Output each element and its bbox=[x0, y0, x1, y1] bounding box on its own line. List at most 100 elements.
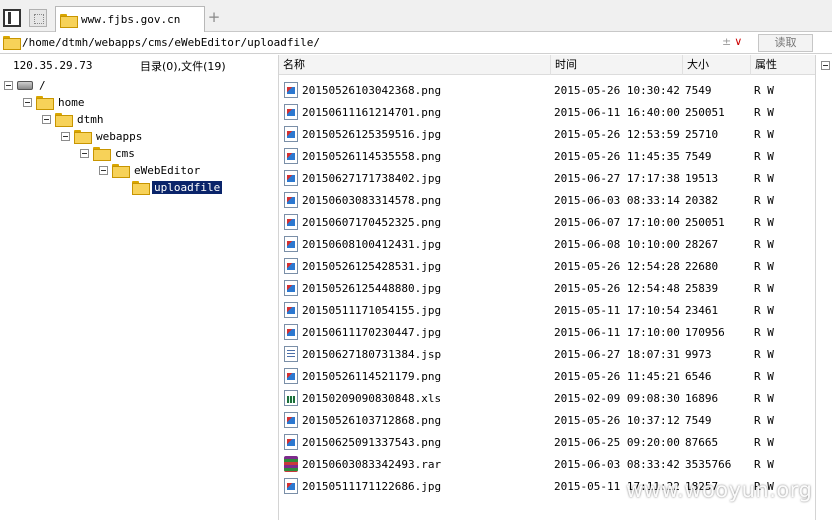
file-row[interactable]: 20150526114535558.png 2015-05-26 11:45:35… bbox=[279, 145, 815, 167]
file-row[interactable]: 20150209090830848.xls 2015-02-09 09:08:30… bbox=[279, 387, 815, 409]
collapse-icon[interactable] bbox=[42, 114, 51, 124]
png-file-icon bbox=[284, 214, 298, 230]
jpg-file-icon bbox=[284, 302, 298, 318]
read-button[interactable]: 读取 bbox=[758, 34, 813, 52]
file-time: 2015-06-27 18:07:31 bbox=[554, 348, 680, 361]
tree-node-root[interactable]: / bbox=[4, 77, 48, 93]
address-bar: /home/dtmh/webapps/cms/eWebEditor/upload… bbox=[0, 32, 832, 54]
tree-node-webapps[interactable]: webapps bbox=[61, 128, 144, 144]
file-list-header: 名称 时间 大小 属性 bbox=[279, 55, 815, 75]
tree-node-label: / bbox=[39, 78, 46, 92]
file-name: 20150608100412431.jpg bbox=[302, 238, 442, 251]
file-name: 20150526125428531.jpg bbox=[302, 260, 442, 273]
file-size: 25710 bbox=[685, 128, 719, 141]
file-name: 20150526125448880.jpg bbox=[302, 282, 442, 295]
tree-node-dtmh[interactable]: dtmh bbox=[42, 111, 106, 127]
column-header-attr[interactable]: 属性 bbox=[751, 55, 815, 75]
file-attr: R W bbox=[754, 436, 774, 449]
file-size: 250051 bbox=[685, 106, 725, 119]
file-time: 2015-05-26 11:45:35 bbox=[554, 150, 680, 163]
file-row[interactable]: 20150526125448880.jpg 2015-05-26 12:54:48… bbox=[279, 277, 815, 299]
tree-node-ewebeditor[interactable]: eWebEditor bbox=[99, 162, 202, 178]
file-row[interactable]: 20150603083314578.png 2015-06-03 08:33:14… bbox=[279, 189, 815, 211]
png-file-icon bbox=[284, 412, 298, 428]
file-attr: R W bbox=[754, 260, 774, 273]
file-name: 20150511171122686.jpg bbox=[302, 480, 442, 493]
collapse-icon[interactable] bbox=[821, 61, 830, 70]
file-time: 2015-05-11 17:10:54 bbox=[554, 304, 680, 317]
window-menu-icon[interactable] bbox=[3, 9, 21, 27]
collapse-icon[interactable] bbox=[80, 148, 89, 158]
file-time: 2015-06-25 09:20:00 bbox=[554, 436, 680, 449]
tree-node-label: dtmh bbox=[77, 112, 104, 126]
file-row[interactable]: 20150526103042368.png 2015-05-26 10:30:42… bbox=[279, 79, 815, 101]
file-attr: R W bbox=[754, 172, 774, 185]
folder-icon bbox=[74, 130, 92, 144]
tree-node-label: webapps bbox=[96, 129, 143, 143]
watermark: www.wooyun.org bbox=[626, 478, 813, 502]
file-attr: R W bbox=[754, 282, 774, 295]
file-time: 2015-05-26 11:45:21 bbox=[554, 370, 680, 383]
file-row[interactable]: 20150511171054155.jpg 2015-05-11 17:10:54… bbox=[279, 299, 815, 321]
jpg-file-icon bbox=[284, 236, 298, 252]
file-row[interactable]: 20150526125428531.jpg 2015-05-26 12:54:28… bbox=[279, 255, 815, 277]
file-name: 20150611161214701.png bbox=[302, 106, 442, 119]
tree-node-home[interactable]: home bbox=[23, 94, 87, 110]
right-side-panel bbox=[815, 55, 832, 520]
new-tab-button[interactable]: + bbox=[207, 9, 221, 25]
file-row[interactable]: 20150611161214701.png 2015-06-11 16:40:00… bbox=[279, 101, 815, 123]
file-row[interactable]: 20150526103712868.png 2015-05-26 10:37:12… bbox=[279, 409, 815, 431]
file-row[interactable]: 20150627180731384.jsp 2015-06-27 18:07:31… bbox=[279, 343, 815, 365]
column-header-time[interactable]: 时间 bbox=[551, 55, 683, 75]
tab-title: www.fjbs.gov.cn bbox=[81, 13, 181, 26]
file-row[interactable]: 20150608100412431.jpg 2015-06-08 10:10:00… bbox=[279, 233, 815, 255]
file-size: 250051 bbox=[685, 216, 725, 229]
collapse-icon[interactable] bbox=[61, 131, 70, 141]
file-name: 20150526114521179.png bbox=[302, 370, 442, 383]
tree-node-label: uploadfile bbox=[152, 180, 223, 194]
folder-icon bbox=[36, 96, 54, 110]
jsp-file-icon bbox=[284, 346, 298, 362]
file-name: 20150511171054155.jpg bbox=[302, 304, 442, 317]
file-row[interactable]: 20150611170230447.jpg 2015-06-11 17:10:00… bbox=[279, 321, 815, 343]
folder-open-icon bbox=[132, 181, 150, 195]
file-row[interactable]: 20150627171738402.jpg 2015-06-27 17:17:38… bbox=[279, 167, 815, 189]
path-tools: ± ∨ bbox=[722, 35, 742, 48]
collapse-icon[interactable] bbox=[4, 80, 13, 90]
file-name: 20150627180731384.jsp bbox=[302, 348, 442, 361]
path-input[interactable]: /home/dtmh/webapps/cms/eWebEditor/upload… bbox=[22, 36, 320, 49]
collapse-icon[interactable] bbox=[23, 97, 32, 107]
tab-grid-icon[interactable] bbox=[29, 9, 47, 27]
file-size: 7549 bbox=[685, 150, 712, 163]
file-size: 28267 bbox=[685, 238, 719, 251]
file-size: 25839 bbox=[685, 282, 719, 295]
file-row[interactable]: 20150526114521179.png 2015-05-26 11:45:21… bbox=[279, 365, 815, 387]
file-time: 2015-05-26 12:54:48 bbox=[554, 282, 680, 295]
file-row[interactable]: 20150625091337543.png 2015-06-25 09:20:00… bbox=[279, 431, 815, 453]
tree-node-label: cms bbox=[115, 146, 135, 160]
png-file-icon bbox=[284, 434, 298, 450]
column-header-name[interactable]: 名称 bbox=[279, 55, 551, 75]
file-name: 20150607170452325.png bbox=[302, 216, 442, 229]
jpg-file-icon bbox=[284, 324, 298, 340]
pin-icon[interactable]: ± bbox=[722, 35, 731, 48]
chevron-down-icon[interactable]: ∨ bbox=[734, 35, 742, 48]
file-row[interactable]: 20150603083342493.rar 2015-06-03 08:33:42… bbox=[279, 453, 815, 475]
file-name: 20150526103712868.png bbox=[302, 414, 442, 427]
xls-file-icon bbox=[284, 390, 298, 406]
file-name: 20150625091337543.png bbox=[302, 436, 442, 449]
folder-icon bbox=[93, 147, 111, 161]
browser-tab[interactable]: www.fjbs.gov.cn bbox=[55, 6, 205, 32]
folder-icon bbox=[3, 36, 21, 50]
column-header-size[interactable]: 大小 bbox=[683, 55, 751, 75]
file-row[interactable]: 20150526125359516.jpg 2015-05-26 12:53:59… bbox=[279, 123, 815, 145]
file-time: 2015-06-27 17:17:38 bbox=[554, 172, 680, 185]
tree-node-cms[interactable]: cms bbox=[80, 145, 137, 161]
file-name: 20150627171738402.jpg bbox=[302, 172, 442, 185]
collapse-icon[interactable] bbox=[99, 165, 108, 175]
file-row[interactable]: 20150607170452325.png 2015-06-07 17:10:00… bbox=[279, 211, 815, 233]
file-size: 19513 bbox=[685, 172, 719, 185]
tree-node-uploadfile[interactable]: uploadfile bbox=[132, 179, 223, 195]
png-file-icon bbox=[284, 192, 298, 208]
file-name: 20150526114535558.png bbox=[302, 150, 442, 163]
